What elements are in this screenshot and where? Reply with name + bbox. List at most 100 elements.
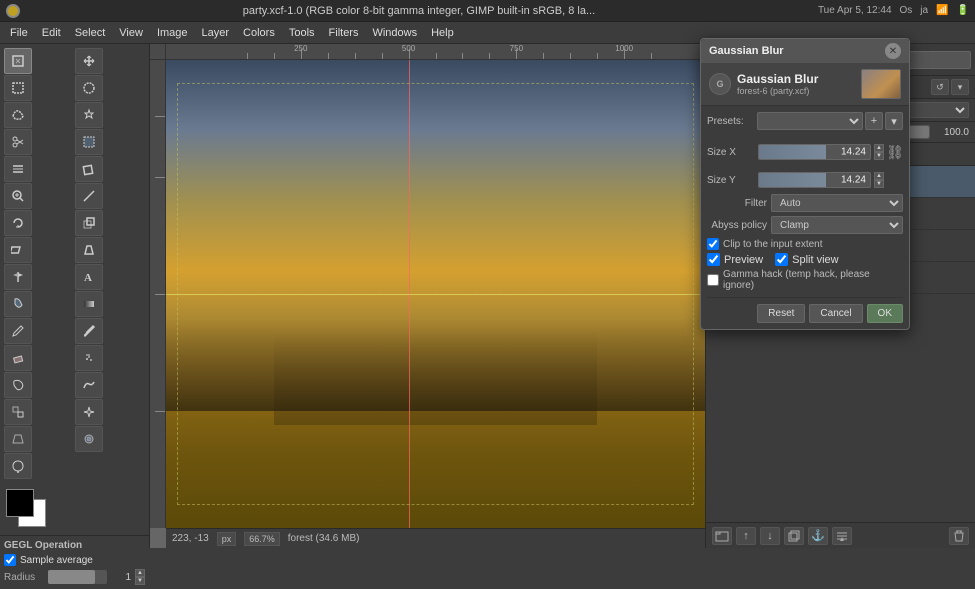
size-y-value: 14.24 — [841, 175, 866, 186]
sample-average-checkbox[interactable] — [4, 554, 16, 566]
presets-select[interactable] — [757, 112, 863, 130]
new-layer-group-button[interactable] — [712, 527, 732, 545]
preset-menu-button[interactable]: ▾ — [885, 112, 903, 130]
tool-flip[interactable] — [4, 264, 32, 290]
menu-help[interactable]: Help — [425, 25, 460, 41]
tool-text[interactable]: A — [75, 264, 103, 290]
size-y-up[interactable]: ▲ — [874, 172, 884, 180]
tool-paint-select[interactable] — [4, 48, 32, 74]
menu-layer[interactable]: Layer — [196, 25, 236, 41]
radius-down[interactable]: ▼ — [135, 577, 145, 585]
preview-split-row: Preview Split view — [707, 253, 903, 266]
dialog-close-button[interactable]: ✕ — [885, 43, 901, 59]
size-x-slider[interactable]: 14.24 — [758, 144, 871, 160]
paths-refresh[interactable]: ↺ — [931, 79, 949, 95]
tool-free-select[interactable] — [4, 102, 32, 128]
tool-heal[interactable] — [75, 399, 103, 425]
menu-windows[interactable]: Windows — [366, 25, 423, 41]
delete-layer-button[interactable] — [949, 527, 969, 545]
dialog-body: Presets: + ▾ Size X 14.24 ▲ ▼ — [701, 106, 909, 329]
duplicate-layer-button[interactable] — [784, 527, 804, 545]
layers-bottom-bar: ↑ ↓ ⚓ — [706, 522, 975, 548]
radius-up[interactable]: ▲ — [135, 569, 145, 577]
merge-visible-button[interactable] — [832, 527, 852, 545]
right-panel: Gaussian Blur ✕ G Gaussian Blur forest-6… — [705, 44, 975, 548]
menu-image[interactable]: Image — [151, 25, 194, 41]
abyss-select[interactable]: Clamp — [771, 216, 903, 234]
paths-actions: ↺ ▾ — [931, 79, 969, 95]
tool-align[interactable] — [4, 156, 32, 182]
reset-button[interactable]: Reset — [757, 304, 805, 323]
os-label: Os — [900, 5, 913, 16]
tool-clone[interactable] — [4, 399, 32, 425]
presets-label: Presets: — [707, 116, 755, 127]
tool-dodge-burn[interactable] — [4, 453, 32, 479]
cancel-button[interactable]: Cancel — [809, 304, 862, 323]
tool-shear[interactable] — [4, 237, 32, 263]
size-y-slider[interactable]: 14.24 — [758, 172, 871, 188]
tool-perspective[interactable] — [75, 237, 103, 263]
chain-link-icon[interactable]: ⛓ — [887, 136, 903, 168]
tool-perspective-clone[interactable] — [4, 426, 32, 452]
menu-file[interactable]: File — [4, 25, 34, 41]
tool-blend[interactable] — [75, 291, 103, 317]
split-view-row: Split view — [775, 253, 838, 266]
tool-paintbrush[interactable] — [75, 318, 103, 344]
tool-measure[interactable] — [75, 183, 103, 209]
tool-airbrush[interactable] — [75, 345, 103, 371]
menu-select[interactable]: Select — [69, 25, 112, 41]
menu-filters[interactable]: Filters — [323, 25, 365, 41]
tool-fuzzy-select[interactable] — [75, 102, 103, 128]
zoom-level[interactable]: 66.7% — [244, 532, 280, 546]
tool-rotate[interactable] — [4, 210, 32, 236]
preset-add-button[interactable]: + — [865, 112, 883, 130]
tool-move[interactable] — [75, 48, 103, 74]
dialog-buttons: Reset Cancel OK — [707, 297, 903, 323]
unit-selector[interactable]: px — [217, 532, 237, 546]
tool-foreground-select[interactable] — [75, 129, 103, 155]
tool-pencil[interactable] — [4, 318, 32, 344]
status-bar: 223, -13 px 66.7% forest (34.6 MB) — [166, 528, 705, 548]
horizontal-ruler: 250 500 750 1000 — [166, 44, 705, 60]
foreground-color-swatch[interactable] — [6, 489, 34, 517]
dialog-plugin-name: Gaussian Blur — [737, 72, 855, 86]
ok-button[interactable]: OK — [867, 304, 903, 323]
tool-ellipse-select[interactable] — [75, 75, 103, 101]
raise-layer-button[interactable]: ↑ — [736, 527, 756, 545]
tool-zoom[interactable] — [4, 183, 32, 209]
menu-colors[interactable]: Colors — [237, 25, 281, 41]
tool-ink[interactable] — [4, 372, 32, 398]
menu-tools[interactable]: Tools — [283, 25, 321, 41]
size-x-up[interactable]: ▲ — [874, 144, 884, 152]
tool-scissors-select[interactable] — [4, 129, 32, 155]
tool-rect-select[interactable] — [4, 75, 32, 101]
lower-layer-button[interactable]: ↓ — [760, 527, 780, 545]
battery-icon: 🔋 — [957, 5, 969, 16]
size-x-label: Size X — [707, 147, 755, 158]
anchor-layer-button[interactable]: ⚓ — [808, 527, 828, 545]
preview-checkbox[interactable] — [707, 253, 720, 266]
gamma-hack-checkbox[interactable] — [707, 274, 719, 286]
tool-bucket-fill[interactable] — [4, 291, 32, 317]
wifi-icon: 📶 — [936, 5, 948, 16]
size-y-down[interactable]: ▼ — [874, 180, 884, 188]
tool-transform[interactable] — [75, 156, 103, 182]
tool-blur[interactable] — [75, 426, 103, 452]
color-swatches — [6, 489, 56, 529]
tool-mypaint[interactable] — [75, 372, 103, 398]
filter-select[interactable]: Auto — [771, 194, 903, 212]
clip-input-label: Clip to the input extent — [723, 239, 823, 250]
gamma-hack-label: Gamma hack (temp hack, please ignore) — [723, 269, 903, 291]
clip-input-checkbox[interactable] — [707, 238, 719, 250]
split-view-checkbox[interactable] — [775, 253, 788, 266]
svg-text:A: A — [84, 272, 92, 284]
dialog-plugin-file: forest-6 (party.xcf) — [737, 86, 855, 96]
paths-menu[interactable]: ▾ — [951, 79, 969, 95]
canvas-area[interactable]: 250 500 750 1000 — [150, 44, 705, 548]
size-x-down[interactable]: ▼ — [874, 152, 884, 160]
radius-slider[interactable] — [48, 570, 107, 584]
tool-scale[interactable] — [75, 210, 103, 236]
menu-view[interactable]: View — [113, 25, 149, 41]
menu-edit[interactable]: Edit — [36, 25, 67, 41]
tool-eraser[interactable] — [4, 345, 32, 371]
